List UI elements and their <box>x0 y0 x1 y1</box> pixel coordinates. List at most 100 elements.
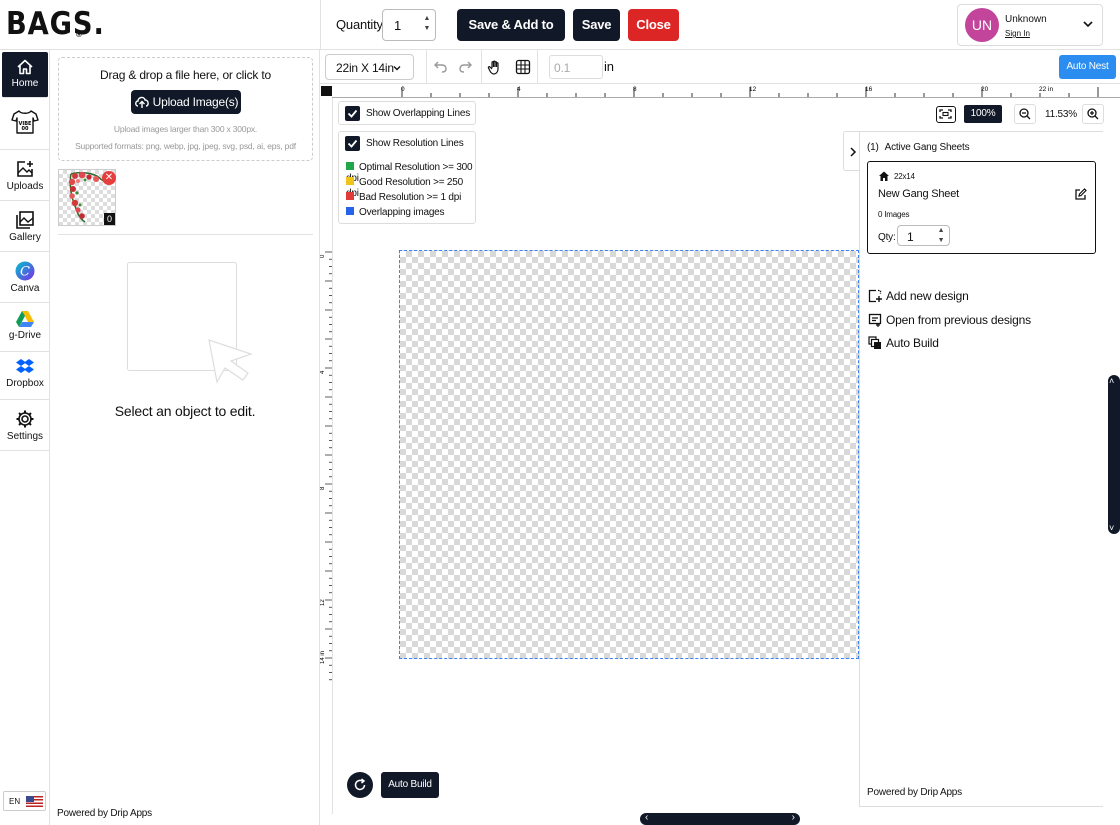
action-label: Add new design <box>886 289 969 303</box>
canvas-toolbar: 22in X 14in 0.1 in Auto Nest <box>320 50 1120 84</box>
sheet-size: 22x14 <box>894 172 915 181</box>
nav-item-tshirt[interactable]: VIBE 00 <box>0 102 50 150</box>
left-nav: Home VIBE 00 Uploads Gallery C Canva g-Dr… <box>0 50 50 825</box>
auto-build-icon <box>868 336 881 349</box>
ruler-label: 8 <box>633 86 637 93</box>
auto-build-link[interactable]: Auto Build <box>868 336 939 350</box>
zoom-in-button[interactable] <box>1082 104 1104 124</box>
scroll-left-icon[interactable]: ‹ <box>645 812 648 823</box>
upload-hint-formats: Supported formats: png, webp, jpg, jpeg,… <box>75 141 296 151</box>
zoom-out-icon <box>1019 108 1031 120</box>
nav-item-canva[interactable]: C Canva <box>0 255 50 303</box>
nav-item-gallery[interactable]: Gallery <box>0 204 50 252</box>
increment-icon[interactable]: ▲ <box>422 14 432 24</box>
powered-brand-link[interactable]: Drip Apps <box>920 787 962 798</box>
zoom-level: 11.53% <box>1045 109 1077 120</box>
ruler-label: 4 <box>320 370 326 374</box>
canva-icon: C <box>15 261 35 281</box>
scroll-up-icon[interactable]: ˄ <box>1109 376 1114 386</box>
quantity-value[interactable]: 1 <box>394 18 401 33</box>
dropbox-icon <box>16 359 34 373</box>
resolution-lines-checkbox[interactable] <box>345 136 360 151</box>
powered-brand-link[interactable]: Drip Apps <box>110 808 152 819</box>
sheet-image-count: 0 Images <box>878 210 910 219</box>
ruler-label: 8 <box>320 486 326 490</box>
refresh-button[interactable] <box>347 772 373 798</box>
user-menu[interactable]: UN Unknown Sign In <box>957 4 1103 46</box>
nav-item-uploads[interactable]: Uploads <box>0 153 50 201</box>
decrement-icon[interactable]: ▼ <box>422 24 432 34</box>
open-previous-designs-button[interactable]: Open from previous designs <box>868 313 1031 327</box>
nav-item-home[interactable]: Home <box>2 52 48 98</box>
sign-in-link[interactable]: Sign In <box>1005 29 1030 38</box>
nav-item-settings[interactable]: Settings <box>0 403 50 451</box>
overlap-lines-option[interactable]: Show Overlapping Lines <box>338 101 476 125</box>
us-flag-icon <box>26 796 43 807</box>
floral-artwork-image <box>68 172 106 223</box>
nav-label: Home <box>11 78 39 89</box>
horizontal-scrollbar[interactable]: ‹ › <box>640 812 800 825</box>
close-button[interactable]: Close <box>628 9 679 41</box>
increment-icon[interactable]: ▲ <box>936 226 946 236</box>
stepper-arrows[interactable]: ▲ ▼ <box>422 14 432 34</box>
language-selector[interactable]: EN <box>3 791 46 811</box>
auto-nest-button[interactable]: Auto Nest <box>1059 55 1116 79</box>
redo-icon[interactable] <box>458 59 474 75</box>
stepper-arrows[interactable]: ▲ ▼ <box>936 226 946 246</box>
nav-label: Uploads <box>6 181 44 192</box>
chevron-down-icon[interactable] <box>1082 18 1094 30</box>
ruler-border <box>332 98 333 814</box>
uploaded-image-thumbnail[interactable]: ✕ 0 <box>58 169 116 226</box>
select-object-illustration <box>127 262 253 384</box>
scroll-right-icon[interactable]: › <box>792 812 795 823</box>
zoom-100-button[interactable]: 100% <box>964 105 1002 123</box>
nav-item-gdrive[interactable]: g-Drive <box>0 304 50 352</box>
save-button[interactable]: Save <box>573 9 620 41</box>
nav-item-dropbox[interactable]: Dropbox <box>0 352 50 400</box>
overlap-lines-checkbox[interactable] <box>345 106 360 121</box>
sheet-qty-stepper[interactable]: 1 ▲ ▼ <box>897 225 950 246</box>
sheet-name: New Gang Sheet <box>878 188 959 200</box>
upload-panel: Drag & drop a file here, or click to Upl… <box>50 50 320 825</box>
gear-icon <box>16 410 34 428</box>
overlap-lines-label: Show Overlapping Lines <box>366 108 470 119</box>
ruler-label: 12 <box>749 86 757 93</box>
sheet-size-select[interactable]: 22in X 14in <box>325 54 414 80</box>
file-dropzone[interactable]: Drag & drop a file here, or click to Upl… <box>58 57 313 161</box>
brand-logo[interactable]: BAGS. <box>6 6 105 42</box>
grid-icon[interactable] <box>515 59 531 75</box>
scroll-down-icon[interactable]: ˅ <box>1109 523 1114 533</box>
save-add-to-cart-button[interactable]: Save & Add to Cart <box>457 9 565 64</box>
fit-to-screen-button[interactable] <box>936 106 956 123</box>
add-new-design-button[interactable]: Add new design <box>868 289 969 303</box>
zoom-in-icon <box>1087 108 1099 120</box>
gang-sheet-card[interactable]: 22x14 New Gang Sheet 0 Images Qty: 1 ▲ ▼ <box>867 161 1096 254</box>
chevron-right-icon <box>850 147 857 157</box>
upload-images-button[interactable]: Upload Image(s) <box>131 90 241 114</box>
horizontal-ruler: 0 4 8 12 16 20 22 in <box>332 86 1120 98</box>
edit-icon[interactable] <box>1074 188 1087 201</box>
powered-by: Powered by Drip Apps <box>867 787 962 798</box>
checkmark-icon <box>347 139 358 148</box>
remove-image-button[interactable]: ✕ <box>102 171 116 185</box>
sheet-qty-value[interactable]: 1 <box>907 230 914 244</box>
collapse-panel-button[interactable] <box>843 131 860 171</box>
dropzone-title: Drag & drop a file here, or click to <box>100 68 271 82</box>
decrement-icon[interactable]: ▼ <box>936 236 946 246</box>
quantity-stepper[interactable]: 1 ▲ ▼ <box>382 9 436 41</box>
undo-icon[interactable] <box>432 59 448 75</box>
select-object-message: Select an object to edit. <box>114 403 256 419</box>
sheet-qty-label: Qty: <box>878 232 896 243</box>
gang-sheet-canvas[interactable] <box>399 250 859 659</box>
ruler-label: 0 <box>401 86 405 93</box>
auto-build-button[interactable]: Auto Build <box>381 772 439 798</box>
ruler-label: 16 <box>865 86 873 93</box>
pan-hand-icon[interactable] <box>487 59 503 75</box>
language-code: EN <box>9 797 21 806</box>
avatar[interactable]: UN <box>965 8 999 42</box>
vertical-scrollbar[interactable]: ˄ ˅ <box>1108 375 1120 534</box>
spacing-input[interactable]: 0.1 <box>549 55 603 79</box>
zoom-out-button[interactable] <box>1014 104 1036 124</box>
legend-swatch-green <box>346 162 354 170</box>
divider <box>320 0 321 50</box>
